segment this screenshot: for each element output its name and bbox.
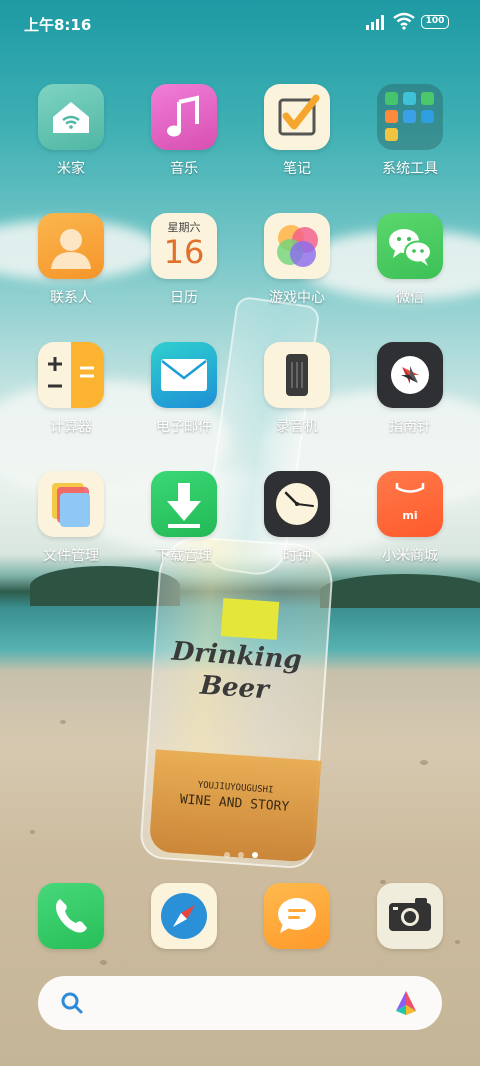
app-label: 笔记 <box>283 161 311 177</box>
app-email[interactable]: 电子邮件 <box>129 342 239 452</box>
app-label: 米家 <box>57 161 85 177</box>
app-label: 计算器 <box>50 419 92 435</box>
page-dot <box>224 852 230 858</box>
camera-icon <box>377 883 443 949</box>
calculator-icon <box>38 342 104 408</box>
app-clock[interactable]: 时钟 <box>242 471 352 581</box>
app-label: 指南针 <box>389 419 431 435</box>
home-screen: Drinking Beer YOUJIUYOUGUSHI WINE AND ST… <box>0 0 480 1066</box>
dock-phone[interactable] <box>16 883 126 951</box>
app-label: 时钟 <box>283 548 311 564</box>
music-note-icon <box>151 84 217 150</box>
search-bar[interactable] <box>38 976 442 1030</box>
app-label: 下载管理 <box>156 548 212 564</box>
app-system-tools[interactable]: 系统工具 <box>355 84 465 194</box>
calendar-icon: 星期六 16 <box>151 213 217 279</box>
signal-icon <box>366 15 384 30</box>
compass-icon <box>377 342 443 408</box>
game-center-icon <box>264 213 330 279</box>
mi-store-logo: mi <box>402 509 418 522</box>
browser-compass-icon <box>151 883 217 949</box>
app-label: 录音机 <box>276 419 318 435</box>
phone-icon <box>38 883 104 949</box>
app-notes[interactable]: 笔记 <box>242 84 352 194</box>
folder-icon <box>377 84 443 150</box>
app-wechat[interactable]: 微信 <box>355 213 465 323</box>
app-recorder[interactable]: 录音机 <box>242 342 352 452</box>
status-bar: 上午8:16 100 <box>0 0 480 46</box>
search-icon[interactable] <box>60 991 84 1015</box>
app-music[interactable]: 音乐 <box>129 84 239 194</box>
wechat-icon <box>377 213 443 279</box>
app-label: 系统工具 <box>382 161 438 177</box>
message-icon <box>264 883 330 949</box>
dock-messages[interactable] <box>242 883 352 951</box>
app-label: 游戏中心 <box>269 290 325 306</box>
app-label: 电子邮件 <box>156 419 212 435</box>
mi-store-icon: mi <box>377 471 443 537</box>
dock-camera[interactable] <box>355 883 465 951</box>
assistant-icon[interactable] <box>392 989 420 1017</box>
bottle-tag <box>220 598 280 640</box>
calendar-day: 16 <box>163 233 205 271</box>
app-label: 日历 <box>170 290 198 306</box>
app-calculator[interactable]: 计算器 <box>16 342 126 452</box>
app-label: 音乐 <box>170 161 198 177</box>
app-mi-store[interactable]: mi 小米商城 <box>355 471 465 581</box>
page-indicator <box>222 852 262 860</box>
mi-home-icon <box>38 84 104 150</box>
envelope-icon <box>151 342 217 408</box>
app-calendar[interactable]: 星期六 16 日历 <box>129 213 239 323</box>
app-label: 文件管理 <box>43 548 99 564</box>
app-game-center[interactable]: 游戏中心 <box>242 213 352 323</box>
app-downloads[interactable]: 下载管理 <box>129 471 239 581</box>
app-compass[interactable]: 指南针 <box>355 342 465 452</box>
app-label: 联系人 <box>50 290 92 306</box>
app-label: 小米商城 <box>382 548 438 564</box>
app-file-manager[interactable]: 文件管理 <box>16 471 126 581</box>
dock-browser[interactable] <box>129 883 239 951</box>
status-time: 上午8:16 <box>24 16 92 34</box>
app-contacts[interactable]: 联系人 <box>16 213 126 323</box>
battery-icon: 100 <box>421 15 449 29</box>
app-mi-home[interactable]: 米家 <box>16 84 126 194</box>
bottle-label: Drinking Beer <box>167 636 303 725</box>
person-icon <box>38 213 104 279</box>
recorder-icon <box>264 342 330 408</box>
app-label: 微信 <box>396 290 424 306</box>
page-dot <box>238 852 244 858</box>
notes-check-icon <box>264 84 330 150</box>
download-icon <box>151 471 217 537</box>
wifi-icon <box>393 12 415 30</box>
file-manager-icon <box>38 471 104 537</box>
clock-icon <box>264 471 330 537</box>
page-dot-current <box>252 852 258 858</box>
